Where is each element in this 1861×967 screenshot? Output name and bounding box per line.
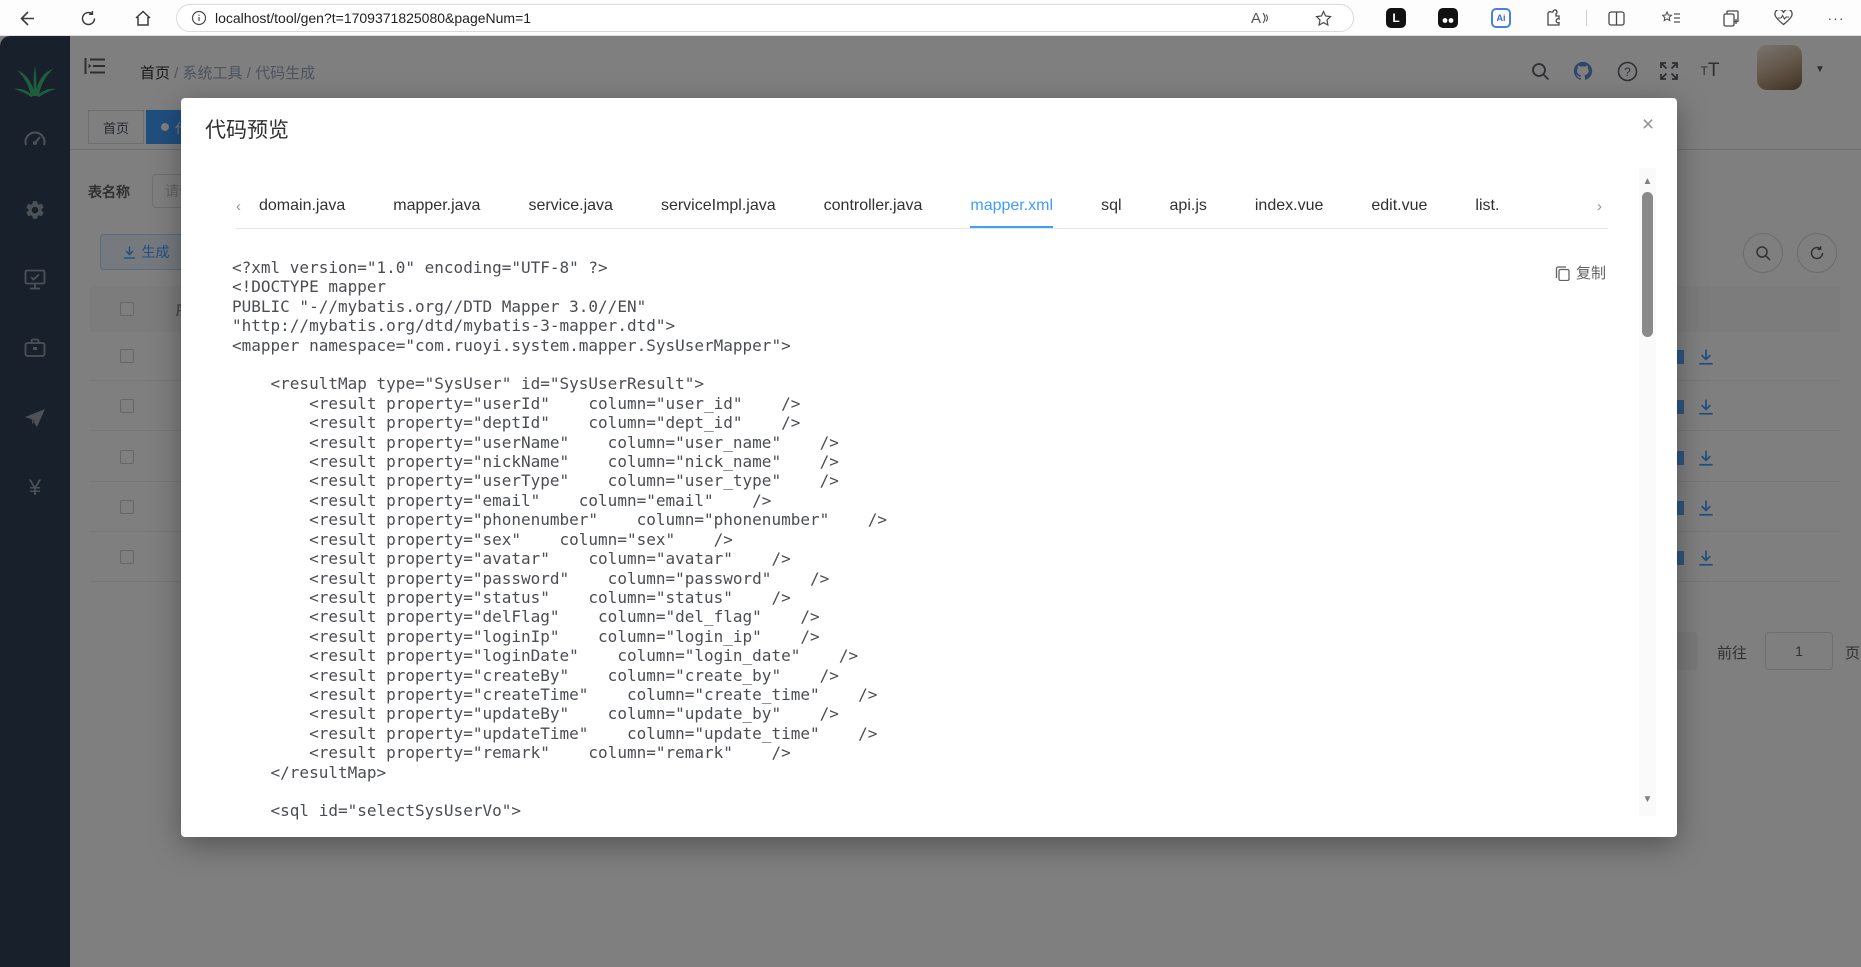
more-menu-icon[interactable]: ···: [1824, 6, 1848, 30]
browser-toolbar: localhost/tool/gen?t=1709371825080&pageN…: [0, 0, 1861, 36]
tab-edit-vue[interactable]: edit.vue: [1371, 192, 1427, 227]
split-screen-icon[interactable]: [1604, 6, 1628, 30]
tab-mapper-xml[interactable]: mapper.xml: [970, 192, 1053, 228]
tab-index-vue[interactable]: index.vue: [1255, 192, 1324, 227]
extension-ai-icon[interactable]: Ai: [1491, 8, 1511, 28]
extensions-puzzle-icon[interactable]: [1541, 6, 1565, 30]
tab-service-java[interactable]: service.java: [528, 192, 612, 227]
file-tabs: ‹ domain.java mapper.java service.java serv…: [236, 192, 1608, 229]
toolbar-divider: [1586, 10, 1587, 26]
info-icon[interactable]: [191, 10, 207, 26]
scroll-up-icon[interactable]: ▲: [1639, 176, 1656, 187]
dialog-title: 代码预览: [205, 119, 289, 142]
browser-essentials-icon[interactable]: [1771, 6, 1795, 30]
tab-controller-java[interactable]: controller.java: [824, 192, 923, 227]
collections-icon[interactable]: [1719, 6, 1743, 30]
tabs-next-icon[interactable]: ›: [1597, 192, 1610, 215]
tab-sql[interactable]: sql: [1101, 192, 1121, 227]
tab-domain-java[interactable]: domain.java: [259, 192, 345, 227]
scroll-down-icon[interactable]: ▼: [1639, 794, 1656, 805]
tab-list[interactable]: list.: [1475, 192, 1499, 227]
tab-list: domain.java mapper.java service.java servic…: [259, 192, 1499, 228]
address-bar[interactable]: localhost/tool/gen?t=1709371825080&pageN…: [176, 4, 1354, 32]
favorites-bar-icon[interactable]: [1659, 6, 1683, 30]
home-icon[interactable]: [131, 6, 155, 30]
tabs-prev-icon[interactable]: ‹: [236, 192, 249, 215]
tab-api-js[interactable]: api.js: [1170, 192, 1207, 227]
code-preview-dialog: 代码预览 × ‹ domain.java mapper.java service.j…: [181, 98, 1677, 837]
modal-scrollbar[interactable]: ▲ ▼: [1639, 168, 1656, 816]
back-icon[interactable]: [14, 6, 38, 30]
extension-dark-icon[interactable]: [1438, 8, 1458, 28]
code-content[interactable]: <?xml version="1.0" encoding="UTF-8" ?> …: [232, 258, 1622, 828]
extension-l-icon[interactable]: L: [1386, 8, 1406, 28]
scrollbar-thumb[interactable]: [1642, 192, 1653, 337]
tab-mapper-java[interactable]: mapper.java: [393, 192, 480, 227]
tab-serviceImpl-java[interactable]: serviceImpl.java: [661, 192, 776, 227]
refresh-icon[interactable]: [76, 6, 100, 30]
close-icon[interactable]: ×: [1633, 110, 1663, 140]
favorite-star-icon[interactable]: [1311, 6, 1335, 30]
read-aloud-icon[interactable]: A: [1248, 6, 1272, 30]
url-text[interactable]: localhost/tool/gen?t=1709371825080&pageN…: [215, 10, 531, 26]
